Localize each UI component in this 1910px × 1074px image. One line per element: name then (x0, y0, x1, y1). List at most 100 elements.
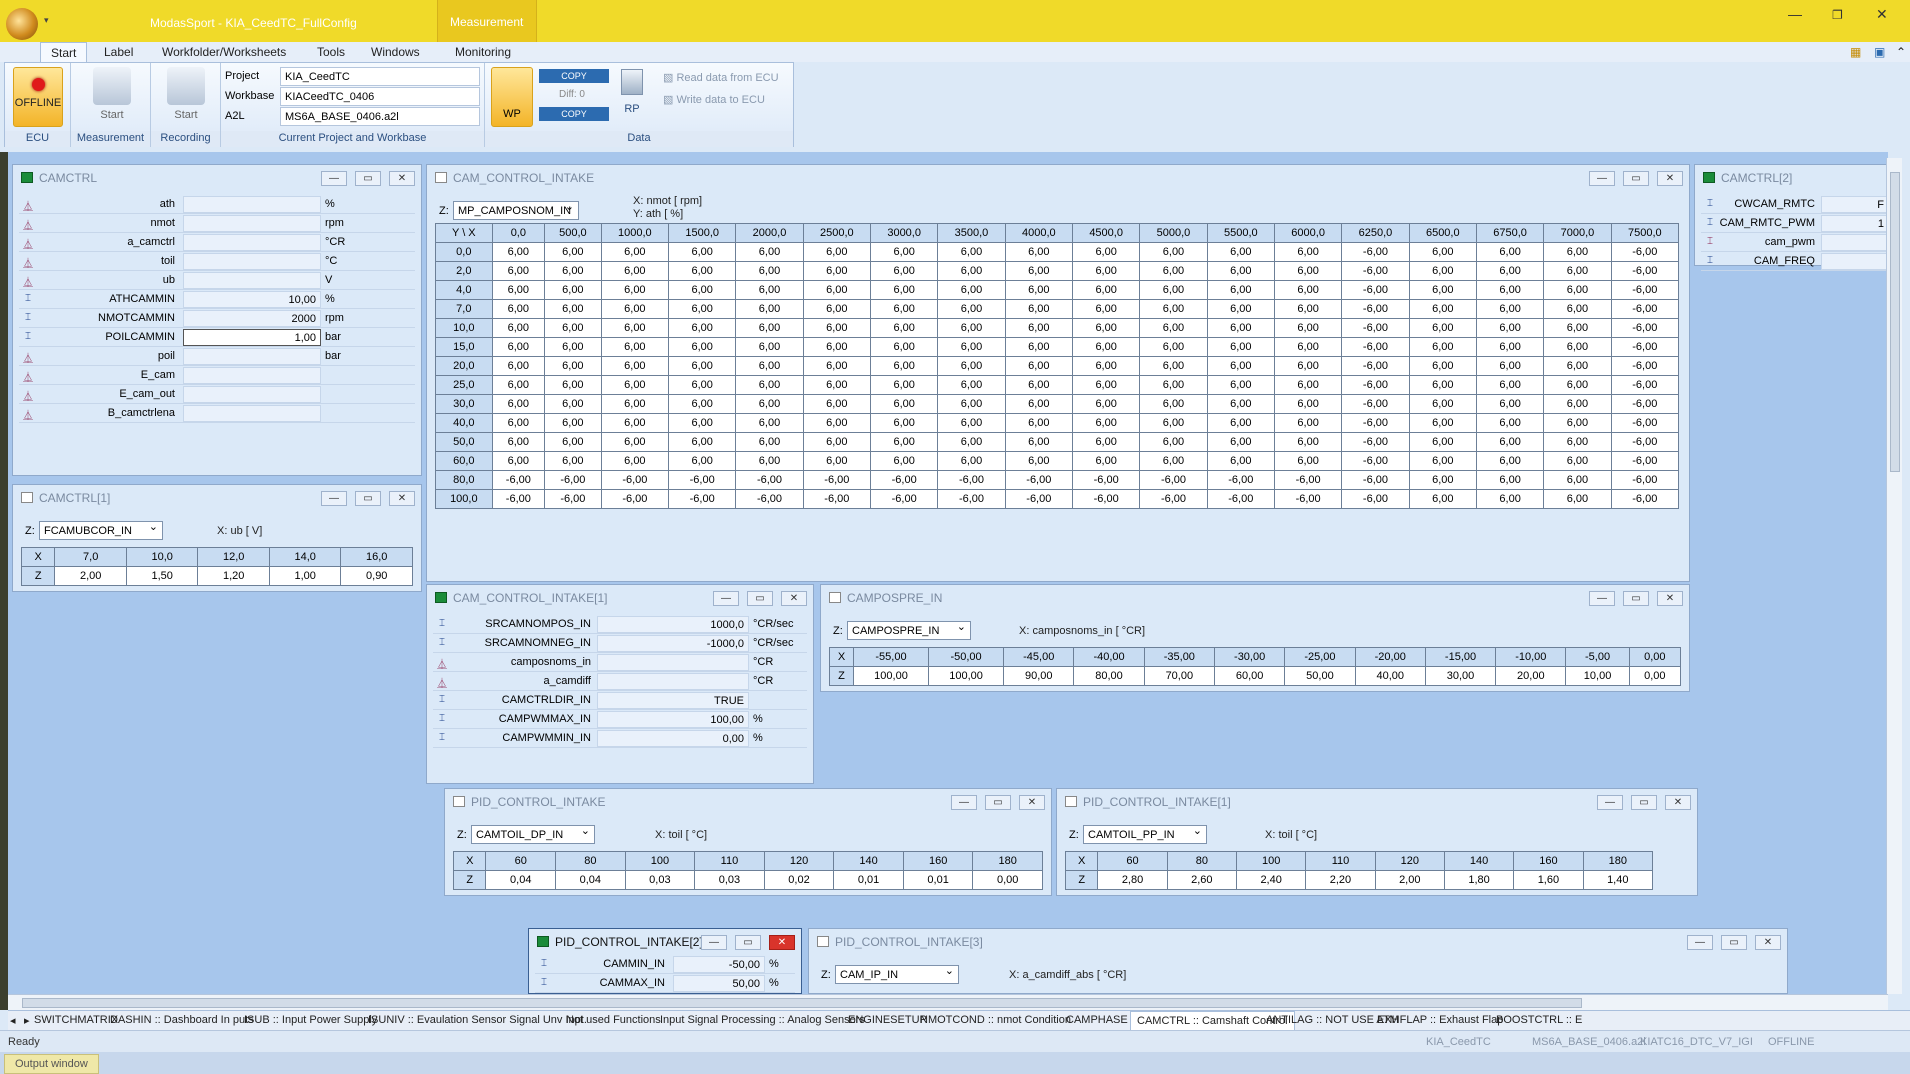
map-cell[interactable]: 6,00 (735, 451, 804, 471)
maximize-button[interactable]: ▭ (735, 935, 761, 950)
tab-start[interactable]: Start (40, 42, 88, 63)
map-cell[interactable]: -6,00 (1341, 318, 1410, 338)
map-cell[interactable]: 6,00 (1071, 299, 1141, 319)
map-cell[interactable]: 6,00 (802, 356, 872, 376)
map-cell[interactable]: 6,00 (491, 261, 546, 281)
map-cell[interactable]: 6,00 (491, 337, 546, 357)
sheet-tab[interactable]: DASHIN :: Dashboard In puts (110, 1014, 254, 1026)
map-cell[interactable]: -6,00 (544, 489, 602, 509)
map-cell[interactable]: 6,00 (1004, 432, 1073, 452)
map-cell[interactable]: 6,00 (735, 375, 804, 395)
map-cell[interactable]: 6,00 (1273, 375, 1343, 395)
maximize-button[interactable]: ▭ (1623, 171, 1649, 186)
value-cell[interactable]: 0,00 (972, 870, 1043, 890)
map-cell[interactable]: 6,00 (668, 318, 737, 338)
map-cell[interactable]: 6,00 (668, 280, 737, 300)
map-cell[interactable]: -6,00 (1610, 489, 1680, 509)
value-cell[interactable]: 60 (1097, 851, 1168, 871)
z-select[interactable]: CAMTOIL_DP_IN (471, 824, 595, 844)
quick-access-dropdown-icon[interactable]: ▾ (44, 15, 49, 26)
map-cell[interactable]: 6,00 (869, 337, 939, 357)
map-cell[interactable]: 6,00 (544, 261, 602, 281)
map-cell[interactable]: 6,00 (1004, 242, 1073, 262)
value-cell[interactable]: 80 (555, 851, 626, 871)
map-cell[interactable]: 6,00 (1408, 242, 1477, 262)
map-cell[interactable]: 6,00 (1543, 242, 1612, 262)
value-field[interactable] (597, 654, 749, 671)
close-button[interactable]: ✕ (389, 171, 415, 186)
value-cell[interactable]: 120 (763, 851, 835, 871)
minimize-button[interactable]: — (1687, 935, 1713, 950)
help-icon[interactable]: ▣ (1874, 45, 1885, 59)
map-cell[interactable]: 6,00 (937, 280, 1006, 300)
map-cell[interactable]: 6,00 (1543, 413, 1612, 433)
value-cell[interactable]: -15,00 (1424, 647, 1497, 667)
map-cell[interactable]: 6,00 (1071, 451, 1141, 471)
map-cell[interactable]: 6,00 (668, 451, 737, 471)
value-cell[interactable]: 80 (1166, 851, 1238, 871)
value-cell[interactable]: 10,0 (125, 547, 199, 567)
map-cell[interactable]: -6,00 (1341, 337, 1410, 357)
map-cell[interactable]: 6,00 (1408, 337, 1477, 357)
map-cell[interactable]: -6,00 (1341, 394, 1410, 414)
minimize-button[interactable]: — (321, 171, 347, 186)
value-field[interactable] (183, 215, 321, 232)
value-field[interactable]: 1,00 (183, 329, 321, 346)
minimize-button[interactable]: — (951, 795, 977, 810)
map-cell[interactable]: 6,00 (937, 451, 1006, 471)
map-cell[interactable]: 6,00 (668, 394, 737, 414)
map-cell[interactable]: 6,00 (1071, 280, 1141, 300)
map-cell[interactable]: -6,00 (1341, 375, 1410, 395)
value-cell[interactable]: 2,40 (1235, 870, 1307, 890)
close-button[interactable]: ✕ (781, 591, 807, 606)
map-cell[interactable]: 6,00 (600, 375, 670, 395)
map-cell[interactable]: 6,00 (1408, 280, 1477, 300)
map-cell[interactable]: 6,00 (668, 356, 737, 376)
map-cell[interactable]: 6,00 (802, 299, 872, 319)
map-cell[interactable]: -6,00 (1206, 489, 1275, 509)
map-cell[interactable]: 6,00 (937, 413, 1006, 433)
map-cell[interactable]: 6,00 (1475, 432, 1545, 452)
value-cell[interactable]: 2,80 (1097, 870, 1168, 890)
map-cell[interactable]: -6,00 (491, 489, 546, 509)
map-cell[interactable]: 6,00 (1206, 451, 1275, 471)
map-cell[interactable]: 6,00 (668, 261, 737, 281)
map-cell[interactable]: 6,00 (735, 413, 804, 433)
vertical-scroll-thumb[interactable] (1890, 172, 1900, 472)
map-cell[interactable]: 6,00 (1543, 337, 1612, 357)
map-cell[interactable]: 6,00 (1475, 375, 1545, 395)
value-cell[interactable]: 140 (833, 851, 904, 871)
map-cell[interactable]: 6,00 (735, 318, 804, 338)
map-cell[interactable]: -6,00 (1610, 432, 1680, 452)
value-cell[interactable]: 0,04 (555, 870, 626, 890)
map-cell[interactable]: 6,00 (1273, 280, 1343, 300)
map-cell[interactable]: -6,00 (1341, 413, 1410, 433)
value-field[interactable]: 1000,0 (597, 616, 749, 633)
map-cell[interactable]: 6,00 (1475, 489, 1545, 509)
map-cell[interactable]: 6,00 (1004, 375, 1073, 395)
map-cell[interactable]: -6,00 (1004, 470, 1073, 490)
map-cell[interactable]: -6,00 (1610, 337, 1680, 357)
map-cell[interactable]: -6,00 (937, 489, 1006, 509)
value-cell[interactable]: 80,00 (1073, 666, 1145, 686)
value-cell[interactable]: 60,00 (1213, 666, 1286, 686)
map-cell[interactable]: 6,00 (1408, 261, 1477, 281)
map-cell[interactable]: -6,00 (802, 470, 872, 490)
sheet-tab[interactable]: NMOTCOND :: nmot Condition (920, 1014, 1071, 1026)
map-cell[interactable]: -6,00 (491, 470, 546, 490)
value-cell[interactable]: 0,00 (1628, 647, 1682, 667)
map-cell[interactable]: 6,00 (491, 394, 546, 414)
map-cell[interactable]: 6,00 (1206, 299, 1275, 319)
map-cell[interactable]: 6,00 (1273, 261, 1343, 281)
value-cell[interactable]: 140 (1443, 851, 1515, 871)
map-cell[interactable]: 6,00 (937, 356, 1006, 376)
map-cell[interactable]: -6,00 (1273, 489, 1343, 509)
value-field[interactable] (183, 386, 321, 403)
map-cell[interactable]: 6,00 (802, 413, 872, 433)
map-cell[interactable]: 6,00 (1004, 337, 1073, 357)
value-field[interactable]: F (1821, 196, 1889, 213)
map-cell[interactable]: 6,00 (1139, 318, 1208, 338)
horizontal-scroll-thumb[interactable] (22, 998, 1582, 1008)
map-cell[interactable]: -6,00 (668, 470, 737, 490)
map-cell[interactable]: 6,00 (1139, 337, 1208, 357)
